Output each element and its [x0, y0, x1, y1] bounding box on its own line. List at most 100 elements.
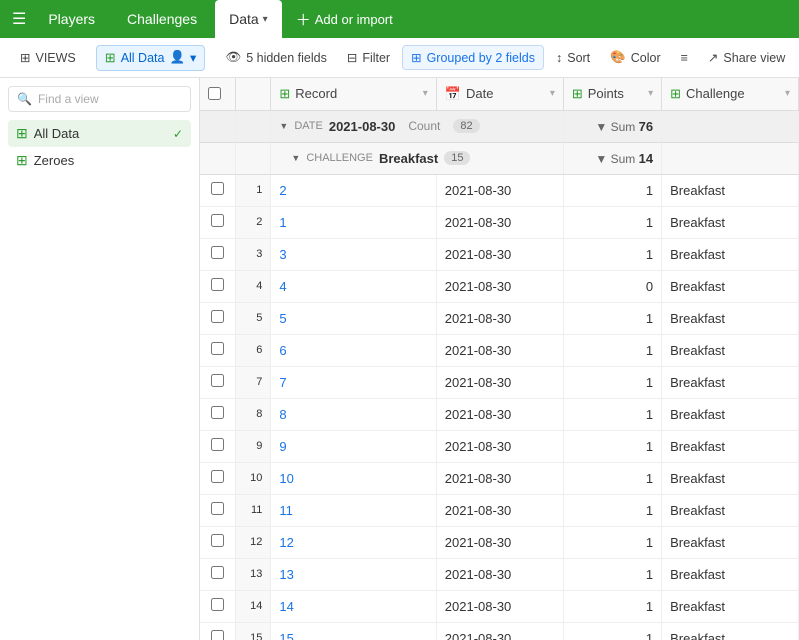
select-all-checkbox[interactable] — [208, 87, 221, 100]
row-checkbox[interactable] — [211, 310, 224, 323]
row-points-cell: 1 — [563, 206, 661, 238]
filter-label: Filter — [362, 51, 390, 65]
row-challenge-cell: Breakfast — [662, 398, 799, 430]
hamburger-icon[interactable]: ☰ — [8, 5, 30, 33]
color-label: Color — [631, 51, 661, 65]
challenge-group-count: 15 — [444, 151, 470, 165]
row-checkbox[interactable] — [211, 406, 224, 419]
row-checkbox[interactable] — [211, 566, 224, 579]
row-date-cell: 2021-08-30 — [436, 302, 563, 334]
all-data-button[interactable]: ⊞ All Data 👤 ▾ — [96, 45, 206, 71]
date-group-count-label: Count — [401, 118, 447, 134]
row-points-cell: 1 — [563, 430, 661, 462]
row-record-val: 6 — [279, 343, 286, 358]
row-record-val: 10 — [279, 471, 293, 486]
grouped-label: Grouped by 2 fields — [427, 51, 535, 65]
row-date-cell: 2021-08-30 — [436, 238, 563, 270]
all-data-sidebar-icon: ⊞ — [16, 125, 28, 142]
row-record-cell[interactable]: 10 — [271, 462, 436, 494]
row-checkbox[interactable] — [211, 630, 224, 640]
col-header-record[interactable]: ⊞ Record ▾ — [271, 78, 436, 110]
col-header-points[interactable]: ⊞ Points ▾ — [563, 78, 661, 110]
tab-challenges[interactable]: Challenges — [113, 0, 211, 38]
grouped-button[interactable]: ⊞ Grouped by 2 fields — [402, 45, 544, 70]
table-row: 8 8 2021-08-30 1 Breakfast — [200, 398, 799, 430]
row-checkbox[interactable] — [211, 342, 224, 355]
row-record-val: 9 — [279, 439, 286, 454]
sort-label: Sort — [567, 51, 590, 65]
tab-data[interactable]: Data ▾ — [215, 0, 282, 38]
row-record-cell[interactable]: 11 — [271, 494, 436, 526]
challenge-group-label-cell[interactable]: ▼ CHALLENGE Breakfast 15 — [271, 142, 563, 174]
sidebar-item-zeroes[interactable]: ⊞ Zeroes — [8, 147, 191, 174]
views-button[interactable]: ⊞ VIEWS — [12, 46, 84, 69]
tab-players[interactable]: Players — [34, 0, 109, 38]
row-checkbox[interactable] — [211, 438, 224, 451]
challenge-sum-label: ▼ Sum — [595, 152, 638, 166]
row-checkbox[interactable] — [211, 470, 224, 483]
add-or-import-label: Add or import — [315, 12, 393, 27]
row-num-cell: 6 — [235, 334, 270, 366]
row-record-cell[interactable]: 13 — [271, 558, 436, 590]
row-record-cell[interactable]: 3 — [271, 238, 436, 270]
col-header-date[interactable]: 📅 Date ▾ — [436, 78, 563, 110]
date-group-sum-cell: ▼ Sum 76 — [563, 110, 661, 142]
density-button[interactable]: ≡ — [673, 47, 696, 69]
date-col-arrow: ▾ — [550, 88, 555, 99]
row-record-cell[interactable]: 6 — [271, 334, 436, 366]
density-icon: ≡ — [681, 51, 688, 65]
date-group-checkbox-cell — [200, 110, 235, 142]
row-record-val: 8 — [279, 407, 286, 422]
col-header-challenge[interactable]: ⊞ Challenge ▾ — [662, 78, 799, 110]
date-group-challenge-cell — [662, 110, 799, 142]
row-checkbox[interactable] — [211, 246, 224, 259]
hidden-fields-button[interactable]: 👁 5 hidden fields — [217, 46, 335, 69]
row-record-val: 3 — [279, 247, 286, 262]
row-record-cell[interactable]: 14 — [271, 590, 436, 622]
row-date-cell: 2021-08-30 — [436, 462, 563, 494]
sort-button[interactable]: ↕ Sort — [548, 47, 598, 69]
row-points-cell: 1 — [563, 622, 661, 640]
row-checkbox[interactable] — [211, 502, 224, 515]
row-record-cell[interactable]: 12 — [271, 526, 436, 558]
row-record-cell[interactable]: 5 — [271, 302, 436, 334]
date-col-label: Date — [466, 86, 493, 101]
tab-data-label: Data — [229, 11, 259, 27]
row-checkbox[interactable] — [211, 374, 224, 387]
table-row: 13 13 2021-08-30 1 Breakfast — [200, 558, 799, 590]
date-group-label-cell[interactable]: ▼ DATE 2021-08-30 Count 82 — [271, 110, 563, 142]
row-record-cell[interactable]: 9 — [271, 430, 436, 462]
color-button[interactable]: 🎨 Color — [602, 46, 668, 69]
row-num-cell: 7 — [235, 366, 270, 398]
row-checkbox-cell — [200, 334, 235, 366]
row-record-cell[interactable]: 8 — [271, 398, 436, 430]
row-points-cell: 1 — [563, 238, 661, 270]
row-record-cell[interactable]: 4 — [271, 270, 436, 302]
challenge-group-value: Breakfast — [379, 151, 438, 166]
challenge-group-triangle: ▼ — [291, 153, 300, 163]
find-view-search[interactable]: 🔍 Find a view — [8, 86, 191, 112]
data-area: ⊞ Record ▾ 📅 Date ▾ — [200, 78, 799, 640]
filter-button[interactable]: ⊟ Filter — [339, 46, 398, 69]
challenge-group-checkbox-cell — [200, 142, 235, 174]
row-num-cell: 10 — [235, 462, 270, 494]
row-challenge-cell: Breakfast — [662, 366, 799, 398]
row-record-cell[interactable]: 2 — [271, 174, 436, 206]
row-record-cell[interactable]: 7 — [271, 366, 436, 398]
row-checkbox[interactable] — [211, 214, 224, 227]
share-view-button[interactable]: ↗ Share view — [700, 46, 793, 69]
add-or-import-button[interactable]: ＋ Add or import — [286, 4, 403, 35]
row-record-cell[interactable]: 1 — [271, 206, 436, 238]
row-checkbox[interactable] — [211, 182, 224, 195]
tab-data-arrow: ▾ — [263, 14, 268, 25]
row-points-cell: 0 — [563, 270, 661, 302]
record-col-icon: ⊞ — [279, 86, 290, 102]
row-record-cell[interactable]: 15 — [271, 622, 436, 640]
table-row: 14 14 2021-08-30 1 Breakfast — [200, 590, 799, 622]
row-checkbox[interactable] — [211, 598, 224, 611]
sidebar-item-all-data[interactable]: ⊞ All Data ✓ — [8, 120, 191, 147]
row-checkbox[interactable] — [211, 534, 224, 547]
row-points-cell: 1 — [563, 494, 661, 526]
points-col-arrow: ▾ — [648, 88, 653, 99]
row-checkbox[interactable] — [211, 278, 224, 291]
